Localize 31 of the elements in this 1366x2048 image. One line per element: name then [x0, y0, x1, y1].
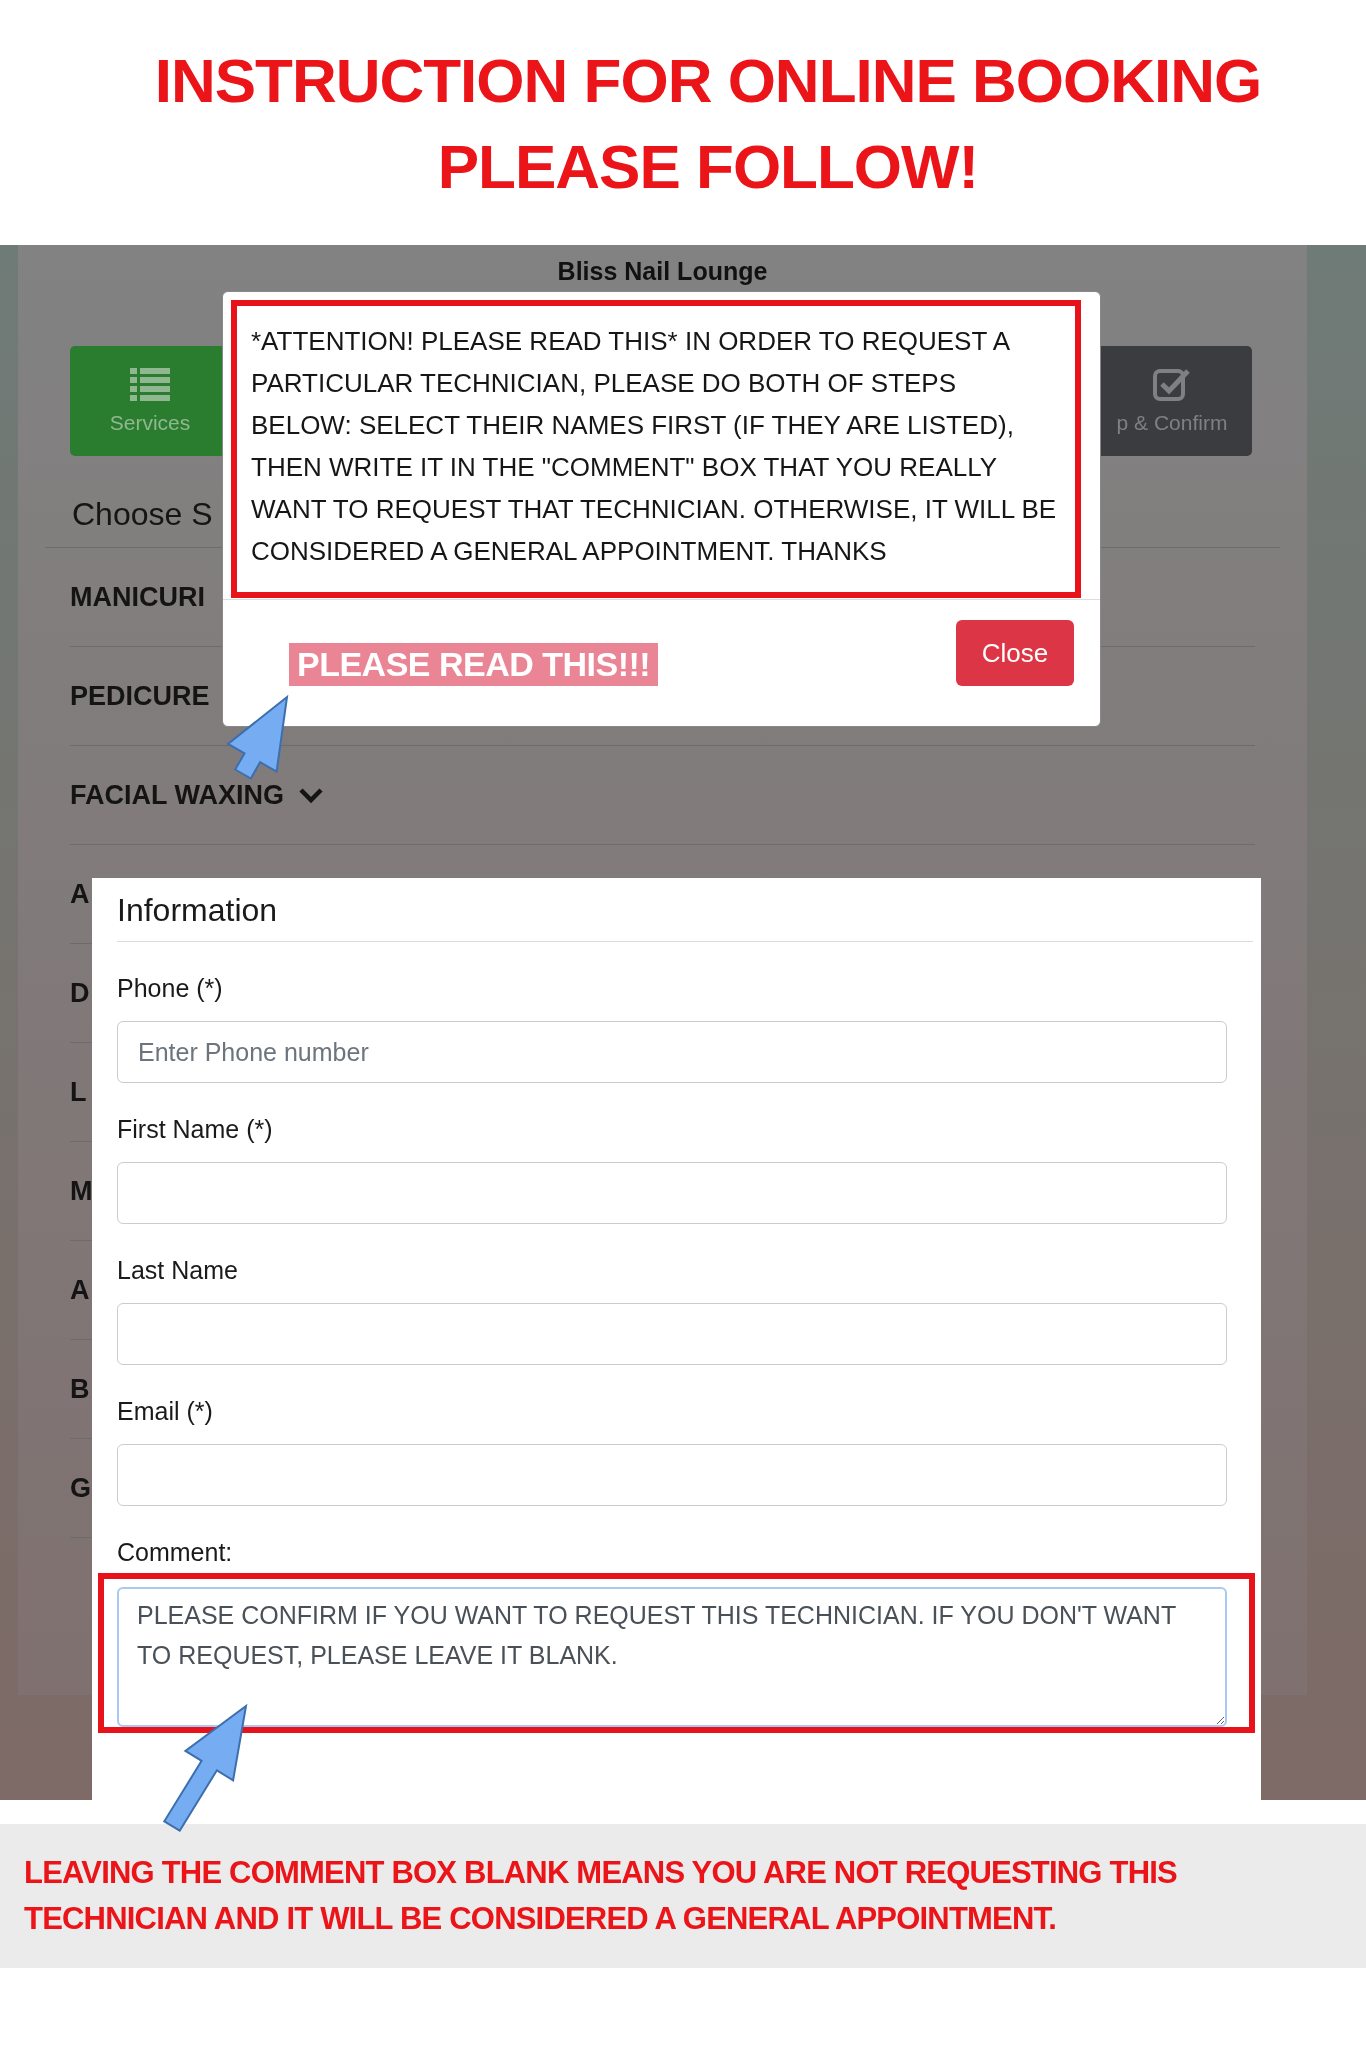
category-label[interactable]: M	[70, 1175, 93, 1207]
close-button[interactable]: Close	[956, 620, 1074, 686]
attention-message: *ATTENTION! PLEASE READ THIS* IN ORDER TO REQUEST A PARTICULAR TECHNICIAN, PLEASE DO BOTH OF STEPS BELOW: SELECT THEIR NAMES FIRST (IF THEY ARE LISTED), THEN WRITE IT IN THE "COMMENT" BOX THAT YOU REALLY WANT TO REQUEST THAT TECHNICIAN. OTHERWISE, IT WILL BE CONSIDERED A GENERAL APPOINTMENT. THANKS	[232, 301, 1080, 597]
input-field[interactable]	[117, 1444, 1227, 1506]
field-label: First Name (*)	[117, 1115, 274, 1144]
salon-title: Bliss Nail Lounge	[556, 256, 769, 286]
comment-box[interactable]: PLEASE CONFIRM IF YOU WANT TO REQUEST THIS TECHNICIAN. IF YOU DON'T WANT TO REQUEST, PLEASE LEAVE IT BLANK.	[117, 1587, 1227, 1727]
category-label[interactable]: FACIAL WAXING	[70, 779, 284, 811]
input-field[interactable]	[117, 1162, 1227, 1224]
field-label: Phone (*)	[117, 974, 224, 1003]
category-label[interactable]: MANICURI	[70, 581, 205, 613]
highlight-note: PLEASE READ THIS!!!	[289, 642, 659, 686]
category-label[interactable]: A	[70, 878, 90, 910]
input-field[interactable]: Enter Phone number	[117, 1021, 1227, 1083]
category-label[interactable]: A	[70, 1274, 90, 1306]
panel-title: Information	[117, 878, 1253, 942]
category-label[interactable]: L	[70, 1076, 87, 1108]
field-label: Last Name	[117, 1256, 239, 1285]
input-field[interactable]	[117, 1303, 1227, 1365]
warning-text: LEAVING THE COMMENT BOX BLANK MEANS YOU ARE NOT REQUESTING THIS TECHNICIAN AND IT WILL BE CONSIDERED A GENERAL APPOINTMENT.	[24, 1854, 1178, 1938]
category-label[interactable]: D	[70, 977, 90, 1009]
category-label[interactable]: PEDICURE	[70, 680, 210, 712]
category-label[interactable]: G	[70, 1472, 91, 1504]
chevron-down-icon[interactable]	[298, 786, 324, 804]
instruction-title: PLEASE FOLLOW!	[436, 131, 979, 203]
instruction-title: INSTRUCTION FOR ONLINE BOOKING	[153, 45, 1262, 117]
field-label: Email (*)	[117, 1397, 214, 1426]
field-label: Comment:	[117, 1538, 234, 1567]
list-icon	[130, 367, 170, 403]
checkbox-icon	[1152, 367, 1192, 403]
category-label[interactable]: B	[70, 1373, 90, 1405]
